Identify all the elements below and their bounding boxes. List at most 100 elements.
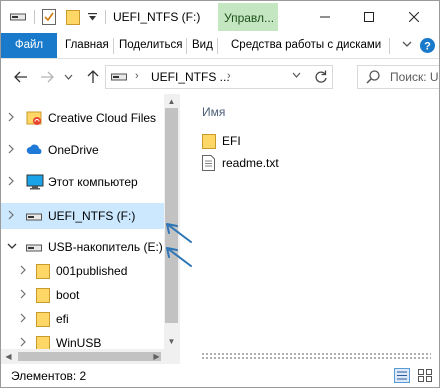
resize-grip-dots <box>201 352 431 361</box>
tab-share[interactable]: Поделиться <box>119 33 183 58</box>
file-name: readme.txt <box>222 156 279 170</box>
customize-dropdown-icon[interactable] <box>86 9 98 25</box>
folder-icon <box>36 287 52 303</box>
manage-context-tab[interactable]: Управл... <box>218 3 278 31</box>
file-item-readme[interactable]: readme.txt <box>202 153 342 173</box>
minimize-button[interactable] <box>303 1 347 33</box>
nav-item-onedrive[interactable]: OneDrive <box>1 138 164 162</box>
arrow-up-icon <box>87 70 99 83</box>
address-toolbar: › UEFI_NTFS ... › Поиск: U <box>1 60 439 94</box>
tiles-view-icon <box>418 369 432 382</box>
close-button[interactable] <box>392 1 436 33</box>
expand-ribbon-button[interactable] <box>400 33 414 58</box>
tab-home[interactable]: Главная <box>65 33 109 58</box>
quick-access-separator <box>34 10 35 24</box>
scroll-left-arrow-icon[interactable]: ◀ <box>1 349 16 364</box>
nav-item-uefi-ntfs[interactable]: UEFI_NTFS (F:) <box>1 203 164 229</box>
search-input[interactable]: Поиск: U <box>357 65 439 89</box>
explorer-window: UEFI_NTFS (F:) Управл... Файл Главная По… <box>0 0 440 388</box>
up-button[interactable] <box>85 69 101 85</box>
chevron-right-icon[interactable] <box>19 312 29 326</box>
close-icon <box>409 12 419 22</box>
nav-horizontal-scroll-thumb[interactable] <box>18 352 161 361</box>
text-file-icon <box>202 155 218 171</box>
nav-item-label: efi <box>56 312 69 326</box>
nav-item-label: Creative Cloud Files <box>48 111 157 125</box>
tab-view[interactable]: Вид <box>192 33 213 58</box>
details-view-button[interactable] <box>394 368 410 383</box>
column-header-name[interactable]: Имя <box>202 105 225 119</box>
minimize-icon <box>320 16 330 18</box>
annotation-arrows <box>166 223 192 267</box>
scroll-up-arrow-icon[interactable]: ▲ <box>164 94 179 109</box>
drive-icon[interactable] <box>10 9 26 25</box>
nav-item-label: UEFI_NTFS (F:) <box>48 209 136 223</box>
drive-icon <box>111 71 127 85</box>
nav-item-label: 001published <box>56 264 128 278</box>
chevron-down-icon <box>402 41 412 47</box>
chevron-right-icon[interactable] <box>7 209 17 223</box>
chevron-right-icon[interactable] <box>7 143 17 157</box>
nav-item-this-pc[interactable]: Этот компьютер <box>1 170 164 194</box>
breadcrumb-current[interactable]: UEFI_NTFS ... <box>151 70 230 84</box>
recent-locations-button[interactable] <box>63 69 73 85</box>
chevron-right-icon[interactable] <box>19 264 29 278</box>
file-name: EFI <box>222 134 241 148</box>
chevron-right-icon[interactable] <box>7 111 17 125</box>
nav-item-efi[interactable]: efi <box>1 307 164 331</box>
nav-item-usb-drive[interactable]: USB-накопитель (E:) <box>1 235 164 259</box>
folder-icon <box>36 311 52 327</box>
details-view-icon <box>397 371 407 380</box>
refresh-button[interactable] <box>313 69 329 85</box>
ribbon-separator <box>113 38 114 54</box>
tab-file[interactable]: Файл <box>1 33 57 58</box>
window-title: UEFI_NTFS (F:) <box>113 10 201 24</box>
folder-icon <box>36 263 52 279</box>
properties-icon[interactable] <box>41 9 57 25</box>
svg-text:?: ? <box>424 41 431 53</box>
nav-item-001published[interactable]: 001published <box>1 259 164 283</box>
navigation-pane: Creative Cloud Files OneDrive Этот компь… <box>1 94 179 364</box>
nav-item-label: OneDrive <box>48 143 99 157</box>
forward-button[interactable] <box>39 69 55 85</box>
address-history-button[interactable] <box>292 70 301 81</box>
chevron-down-icon[interactable] <box>7 240 17 254</box>
annotation-arrow-lower <box>166 247 192 267</box>
nav-item-label: USB-накопитель (E:) <box>48 240 163 254</box>
folder-icon <box>202 133 218 149</box>
search-placeholder: Поиск: U <box>390 70 439 84</box>
chevron-right-icon[interactable] <box>7 175 17 189</box>
back-button[interactable] <box>13 69 29 85</box>
address-bar[interactable]: › UEFI_NTFS ... › <box>105 65 333 89</box>
refresh-icon <box>315 70 327 83</box>
arrow-left-icon <box>14 71 27 83</box>
ribbon-separator <box>186 38 187 54</box>
title-separator <box>105 10 106 24</box>
computer-icon <box>26 174 44 190</box>
file-item-efi[interactable]: EFI <box>202 131 342 151</box>
new-folder-icon[interactable] <box>65 9 81 25</box>
scroll-right-arrow-icon[interactable]: ▶ <box>149 349 164 364</box>
scroll-down-arrow-icon[interactable]: ▼ <box>164 334 179 349</box>
ribbon-separator <box>389 38 390 54</box>
chevron-right-icon[interactable] <box>19 336 29 350</box>
onedrive-cloud-icon <box>26 142 42 158</box>
annotation-arrow-upper <box>166 223 192 243</box>
nav-item-boot[interactable]: boot <box>1 283 164 307</box>
maximize-button[interactable] <box>347 1 391 33</box>
chevron-right-icon[interactable] <box>19 288 29 302</box>
chevron-down-icon <box>292 72 301 78</box>
status-bar: Элементов: 2 <box>1 364 439 387</box>
drive-icon <box>26 211 42 227</box>
ribbon-separator <box>217 38 218 54</box>
maximize-icon <box>364 12 374 22</box>
breadcrumb-chevron-icon[interactable]: › <box>135 70 139 82</box>
breadcrumb-chevron-icon[interactable]: › <box>227 70 231 82</box>
nav-item-label: Этот компьютер <box>48 175 138 189</box>
help-button[interactable]: ? <box>419 37 436 54</box>
large-icons-view-button[interactable] <box>417 368 433 383</box>
usb-drive-icon <box>26 242 42 258</box>
help-icon: ? <box>420 38 435 53</box>
nav-item-creative-cloud[interactable]: Creative Cloud Files <box>1 106 164 130</box>
tab-drive-tools[interactable]: Средства работы с дисками <box>231 33 381 58</box>
